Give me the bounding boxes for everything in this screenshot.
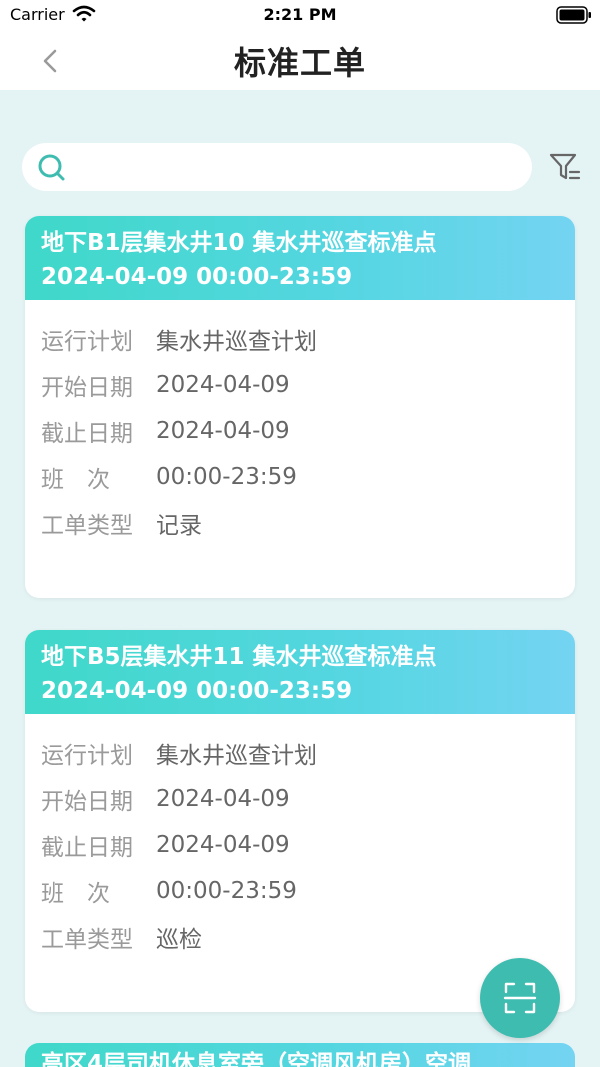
start-date-row: 开始日期 2024-04-09 — [41, 776, 559, 822]
scan-icon — [503, 982, 537, 1014]
shift-value: 00:00-23:59 — [156, 878, 297, 904]
search-bar[interactable] — [22, 143, 532, 191]
type-value: 巡检 — [156, 927, 202, 953]
start-date-label: 开始日期 — [41, 789, 133, 815]
shift-row: 班 次 00:00-23:59 — [41, 454, 559, 500]
plan-value: 集水井巡查计划 — [156, 329, 317, 355]
page-title: 标准工单 — [233, 44, 366, 82]
card-title: 地下B5层集水井11 集水井巡查标准点 — [41, 644, 437, 670]
start-date-value: 2024-04-09 — [156, 786, 290, 812]
type-label: 工单类型 — [41, 513, 133, 539]
card-body: 运行计划 集水井巡查计划 开始日期 2024-04-09 截止日期 2024-0… — [25, 300, 575, 546]
plan-row: 运行计划 集水井巡查计划 — [41, 316, 559, 362]
work-order-card[interactable]: 地下B5层集水井11 集水井巡查标准点 2024-04-09 00:00-23:… — [25, 630, 575, 1012]
scan-button[interactable] — [480, 958, 560, 1038]
type-label: 工单类型 — [41, 927, 133, 953]
shift-value: 00:00-23:59 — [156, 464, 297, 490]
end-date-value: 2024-04-09 — [156, 418, 290, 444]
card-header: 地下B5层集水井11 集水井巡查标准点 2024-04-09 00:00-23:… — [25, 630, 575, 714]
shift-label: 班 次 — [41, 881, 110, 907]
card-header: 地下B1层集水井10 集水井巡查标准点 2024-04-09 00:00-23:… — [25, 216, 575, 300]
battery-icon — [556, 6, 591, 24]
plan-label: 运行计划 — [41, 329, 133, 355]
card-time: 2024-04-09 00:00-23:59 — [41, 264, 353, 290]
type-value: 记录 — [156, 513, 202, 539]
nav-bar: 标准工单 — [0, 32, 600, 90]
plan-row: 运行计划 集水井巡查计划 — [41, 730, 559, 776]
shift-row: 班 次 00:00-23:59 — [41, 868, 559, 914]
shift-label: 班 次 — [41, 467, 110, 493]
status-time: 2:21 PM — [263, 5, 337, 24]
start-date-row: 开始日期 2024-04-09 — [41, 362, 559, 408]
start-date-value: 2024-04-09 — [156, 372, 290, 398]
start-date-label: 开始日期 — [41, 375, 133, 401]
filter-icon[interactable] — [548, 150, 582, 184]
card-title: 高区4层司机休息室旁（空调风机房）空调 — [41, 1051, 472, 1067]
card-body: 运行计划 集水井巡查计划 开始日期 2024-04-09 截止日期 2024-0… — [25, 714, 575, 960]
card-time: 2024-04-09 00:00-23:59 — [41, 678, 353, 704]
work-order-card[interactable]: 地下B1层集水井10 集水井巡查标准点 2024-04-09 00:00-23:… — [25, 216, 575, 598]
end-date-value: 2024-04-09 — [156, 832, 290, 858]
work-order-card[interactable]: 高区4层司机休息室旁（空调风机房）空调 — [25, 1043, 575, 1067]
type-row: 工单类型 记录 — [41, 500, 559, 546]
end-date-row: 截止日期 2024-04-09 — [41, 822, 559, 868]
end-date-row: 截止日期 2024-04-09 — [41, 408, 559, 454]
search-input[interactable] — [78, 151, 518, 183]
search-icon — [38, 154, 65, 181]
end-date-label: 截止日期 — [41, 835, 133, 861]
card-title: 地下B1层集水井10 集水井巡查标准点 — [41, 230, 437, 256]
plan-value: 集水井巡查计划 — [156, 743, 317, 769]
status-bar: Carrier 2:21 PM — [0, 0, 600, 32]
type-row: 工单类型 巡检 — [41, 914, 559, 960]
plan-label: 运行计划 — [41, 743, 133, 769]
end-date-label: 截止日期 — [41, 421, 133, 447]
